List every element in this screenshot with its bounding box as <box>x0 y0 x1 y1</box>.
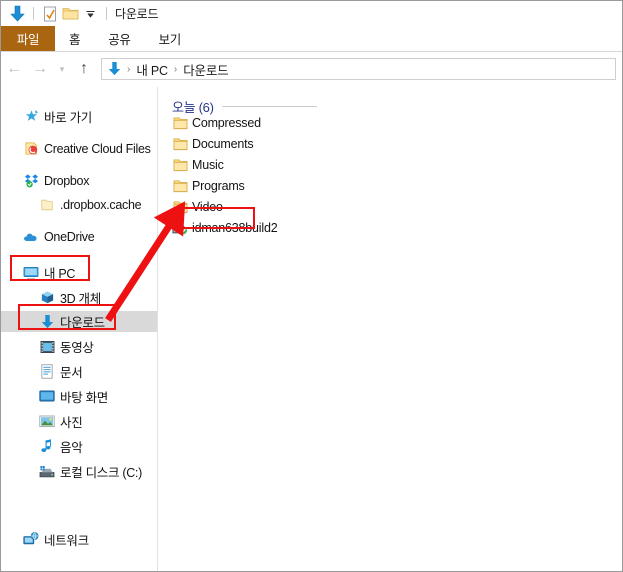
sidebar-label-onedrive: OneDrive <box>44 229 95 244</box>
navigation-pane[interactable]: 바로 가기 Creative Cloud Files Dropbox .drop… <box>1 87 158 571</box>
address-bar: ← → ▾ ↑ › 내 PC › 다운로드 <box>1 52 622 86</box>
tab-view[interactable]: 보기 <box>145 26 195 51</box>
sidebar-item-videos[interactable]: 동영상 <box>1 336 157 357</box>
sidebar-label-this-pc: 내 PC <box>44 267 76 281</box>
network-icon <box>23 532 39 548</box>
creative-cloud-icon <box>23 141 39 157</box>
downloads-folder-icon[interactable] <box>7 4 27 24</box>
properties-glyph <box>43 6 56 21</box>
breadcrumb-item-downloads[interactable]: 다운로드 <box>180 60 231 79</box>
download-arrow-glyph <box>9 5 25 21</box>
file-name: Music <box>192 157 224 172</box>
forward-arrow-icon[interactable]: → <box>27 56 53 82</box>
sidebar-item-desktop[interactable]: 바탕 화면 <box>1 386 157 407</box>
toolbar-separator-1 <box>33 7 34 20</box>
sidebar-label-documents: 문서 <box>60 366 83 380</box>
chevron-down-glyph <box>86 10 94 18</box>
sidebar-label-network: 네트워크 <box>44 534 89 548</box>
documents-icon <box>39 364 55 380</box>
breadcrumb-item-this-pc[interactable]: 내 PC <box>133 60 171 79</box>
back-arrow-icon[interactable]: ← <box>1 56 27 82</box>
folder-icon <box>172 115 188 131</box>
videos-film-icon <box>39 339 55 355</box>
sidebar-item-pictures[interactable]: 사진 <box>1 411 157 432</box>
sidebar-label-desktop: 바탕 화면 <box>60 391 108 405</box>
properties-icon[interactable] <box>40 4 60 24</box>
sidebar-label-local-disk-c: 로컬 디스크 (C:) <box>60 466 142 480</box>
sidebar-item-quick-access[interactable]: 바로 가기 <box>1 106 157 127</box>
breadcrumb-separator-1: › <box>127 63 131 75</box>
pictures-icon <box>39 414 55 430</box>
local-disk-icon <box>39 464 55 480</box>
customize-chevron-icon[interactable] <box>80 4 100 24</box>
sidebar-item-music[interactable]: 음악 <box>1 436 157 457</box>
sidebar-label-quick-access: 바로 가기 <box>44 111 92 125</box>
sidebar-item-downloads[interactable]: 다운로드 <box>1 311 157 332</box>
folder-icon <box>172 199 188 215</box>
sidebar-item-local-disk-c[interactable]: 로컬 디스크 (C:) <box>1 461 157 482</box>
file-row-compressed[interactable]: Compressed <box>172 112 261 133</box>
ribbon-tab-bar: 파일 홈 공유 보기 <box>1 26 622 52</box>
music-note-icon <box>39 439 55 455</box>
folder-icon <box>172 136 188 152</box>
sidebar-item-documents[interactable]: 문서 <box>1 361 157 382</box>
sidebar-item-network[interactable]: 네트워크 <box>1 529 157 550</box>
breadcrumb[interactable]: › 내 PC › 다운로드 <box>101 58 616 80</box>
tab-file[interactable]: 파일 <box>1 26 55 51</box>
sidebar-item-dropbox[interactable]: Dropbox <box>1 170 157 191</box>
new-folder-icon[interactable] <box>60 4 80 24</box>
folder-icon <box>39 197 55 213</box>
sidebar-label-pictures: 사진 <box>60 416 83 430</box>
tab-share[interactable]: 공유 <box>94 26 144 51</box>
file-list-pane[interactable]: 오늘 (6) Compressed Documents Music Progra… <box>158 87 622 571</box>
folder-icon <box>172 178 188 194</box>
quick-access-star-icon <box>23 109 39 125</box>
new-folder-glyph <box>62 8 78 20</box>
file-row-music[interactable]: Music <box>172 154 224 175</box>
file-name: Programs <box>192 178 245 193</box>
sidebar-label-3d-objects: 3D 개체 <box>60 292 101 306</box>
breadcrumb-separator-2: › <box>173 63 178 75</box>
dropbox-icon <box>23 173 39 189</box>
sidebar-label-downloads: 다운로드 <box>60 316 105 330</box>
folder-icon <box>172 157 188 173</box>
title-bar: 다운로드 <box>1 1 622 26</box>
file-explorer-window: 다운로드 파일 홈 공유 보기 ← → ▾ ↑ › 내 PC › 다운로드 바로… <box>0 0 623 572</box>
onedrive-cloud-icon <box>23 229 39 245</box>
sidebar-item-creative-cloud-files[interactable]: Creative Cloud Files <box>1 138 157 159</box>
sidebar-label-dropbox: Dropbox <box>44 173 90 188</box>
downloads-breadcrumb-icon[interactable] <box>107 61 122 77</box>
sidebar-label-videos: 동영상 <box>60 341 94 355</box>
recent-locations-chevron-icon[interactable]: ▾ <box>53 56 71 82</box>
3d-objects-icon <box>39 290 55 306</box>
sidebar-label-dropbox-cache: .dropbox.cache <box>60 197 142 212</box>
downloads-arrow-icon <box>39 314 55 330</box>
sidebar-item-3d-objects[interactable]: 3D 개체 <box>1 287 157 308</box>
file-name: Video <box>192 199 223 214</box>
file-group-divider <box>221 106 317 107</box>
sidebar-label-creative-cloud-files: Creative Cloud Files <box>44 141 151 156</box>
file-name: idman638build2 <box>192 220 278 235</box>
file-row-programs[interactable]: Programs <box>172 175 245 196</box>
desktop-monitor-icon <box>39 389 55 405</box>
sidebar-item-onedrive[interactable]: OneDrive <box>1 226 157 247</box>
toolbar-separator-2 <box>106 7 107 20</box>
file-row-documents[interactable]: Documents <box>172 133 254 154</box>
sidebar-label-music: 음악 <box>60 441 83 455</box>
file-name: Documents <box>192 136 254 151</box>
file-row-video[interactable]: Video <box>172 196 223 217</box>
idm-installer-icon <box>172 220 188 236</box>
tab-home[interactable]: 홈 <box>55 26 94 51</box>
sidebar-item-dropbox-cache[interactable]: .dropbox.cache <box>1 194 157 215</box>
sidebar-item-this-pc[interactable]: 내 PC <box>1 262 157 283</box>
up-arrow-icon[interactable]: ↑ <box>71 56 97 82</box>
this-pc-monitor-icon <box>23 265 39 281</box>
file-name: Compressed <box>192 115 261 130</box>
file-row-idman638build2[interactable]: idman638build2 <box>172 217 278 238</box>
window-title: 다운로드 <box>115 7 159 21</box>
explorer-body: 바로 가기 Creative Cloud Files Dropbox .drop… <box>1 87 622 571</box>
